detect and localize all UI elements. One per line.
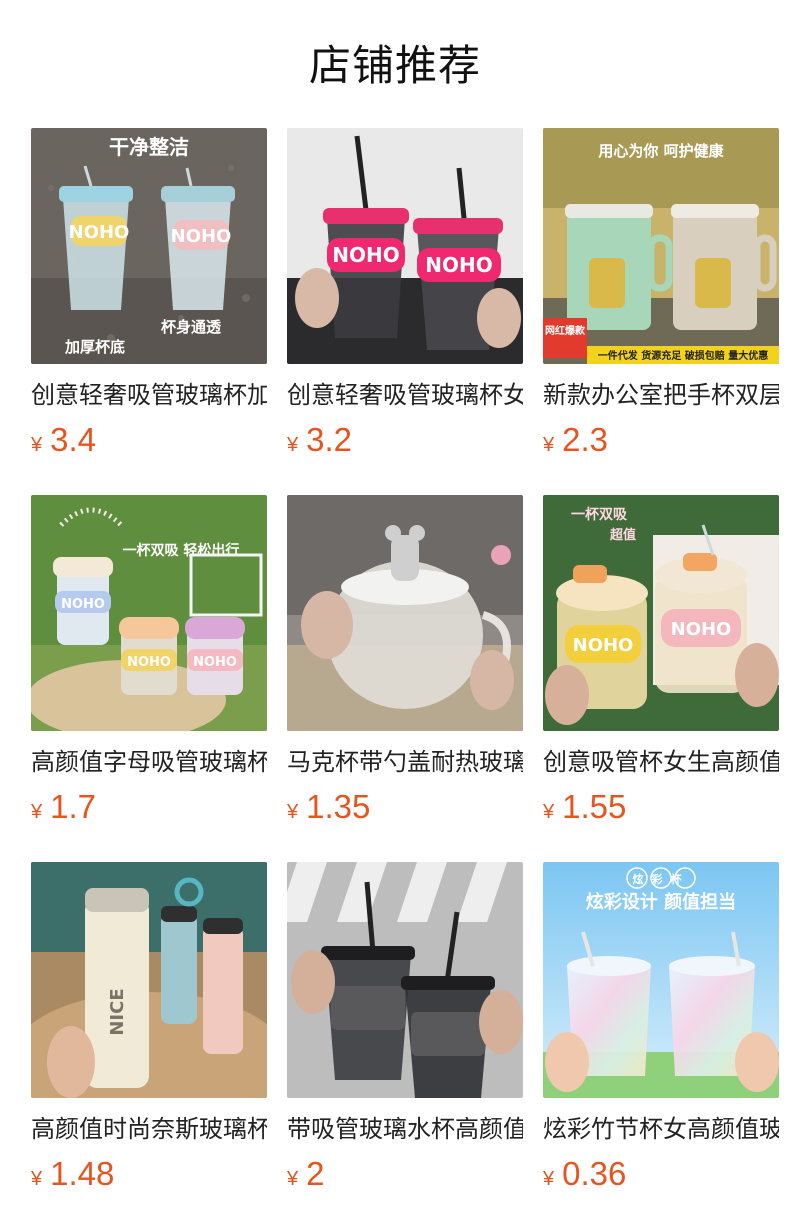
currency-symbol: ¥ — [31, 801, 43, 823]
product-title[interactable]: 炫彩竹节杯女高颜值玻璃 — [543, 1111, 779, 1147]
price-row: ¥ 2 — [287, 1155, 523, 1199]
price-row: ¥ 0.36 — [543, 1155, 779, 1199]
product-price: 2 — [306, 1155, 325, 1192]
product-card[interactable]: 用心为你 呵护健康 网红爆款 一件代发 货源充足 破损包赔 量大优惠 新款办公室… — [543, 128, 779, 495]
product-price: 3.4 — [50, 421, 96, 458]
product-price: 1.7 — [50, 788, 96, 825]
product-image[interactable]: 用心为你 呵护健康 网红爆款 一件代发 货源充足 破损包赔 量大优惠 — [543, 128, 779, 364]
product-title[interactable]: 创意轻奢吸管玻璃杯加厚 — [31, 377, 267, 413]
image-caption: 干净整洁 — [109, 135, 189, 159]
product-title[interactable]: 马克杯带勺盖耐热玻璃杯 — [287, 744, 523, 780]
product-card[interactable]: 炫彩杯 炫彩设计 颜值担当 炫彩竹节杯女高颜值玻璃 ¥ 0.36 — [543, 862, 779, 1229]
price-row: ¥ 1.55 — [543, 788, 779, 832]
currency-symbol: ¥ — [287, 434, 299, 456]
price-row: ¥ 1.7 — [31, 788, 267, 832]
price-row: ¥ 1.48 — [31, 1155, 267, 1199]
product-title[interactable]: 创意吸管杯女生高颜值 — [543, 744, 779, 780]
promo-strip: 一件代发 货源充足 破损包赔 量大优惠 — [598, 349, 768, 362]
product-image[interactable] — [287, 495, 523, 731]
product-card[interactable]: 带吸管玻璃水杯高颜值 ¥ 2 — [287, 862, 523, 1229]
currency-symbol: ¥ — [287, 1168, 299, 1190]
product-image[interactable]: 一杯双吸 超值 NOHO NOHO — [543, 495, 779, 731]
cup-label: NOHO — [69, 222, 130, 243]
cup-label: NOHO — [425, 253, 492, 277]
product-card[interactable]: NOHO NOHO 创意轻奢吸管玻璃杯女生 ¥ 3.2 — [287, 128, 523, 495]
product-card[interactable]: 干净整洁 NOHO NOHO 加厚杯底 杯身通透 创意轻奢吸管玻璃杯加 ¥ 3.… — [31, 128, 267, 495]
product-card[interactable]: 马克杯带勺盖耐热玻璃杯 ¥ 1.35 — [287, 495, 523, 862]
product-image[interactable]: 炫彩杯 炫彩设计 颜值担当 — [543, 862, 779, 1098]
product-image[interactable]: 干净整洁 NOHO NOHO 加厚杯底 杯身通透 — [31, 128, 267, 364]
product-title[interactable]: 高颜值字母吸管玻璃杯 — [31, 744, 267, 780]
cup-label: NOHO — [61, 597, 105, 612]
cup-label: NOHO — [171, 226, 232, 247]
cup-label: NOHO — [193, 655, 237, 670]
currency-symbol: ¥ — [543, 801, 555, 823]
shop-recommend-page: 店铺推荐 干净整洁 NOHO NOHO 加厚杯底 杯身通透 创意轻奢吸管玻璃杯加… — [0, 0, 790, 1230]
product-title[interactable]: 新款办公室把手杯双层 — [543, 377, 779, 413]
cup-label: NOHO — [573, 635, 634, 656]
product-price: 0.36 — [562, 1155, 627, 1192]
image-caption: 用心为你 呵护健康 — [598, 142, 724, 160]
cup-label: NOHO — [332, 243, 399, 267]
bottle-label: NICE — [107, 988, 128, 1035]
product-title[interactable]: 创意轻奢吸管玻璃杯女生 — [287, 377, 523, 413]
image-caption: 炫彩设计 颜值担当 — [586, 891, 736, 913]
price-row: ¥ 3.4 — [31, 421, 267, 465]
cup-label: NOHO — [671, 619, 732, 640]
price-row: ¥ 1.35 — [287, 788, 523, 832]
image-badge: 炫彩杯 — [633, 872, 690, 886]
product-image[interactable]: NICE — [31, 862, 267, 1098]
price-row: ¥ 2.3 — [543, 421, 779, 465]
product-title[interactable]: 带吸管玻璃水杯高颜值 — [287, 1111, 523, 1147]
currency-symbol: ¥ — [543, 434, 555, 456]
currency-symbol: ¥ — [31, 434, 43, 456]
promo-badge: 网红爆款 — [545, 324, 586, 337]
image-caption: 超值 — [610, 527, 636, 543]
product-card[interactable]: NICE 高颜值时尚奈斯玻璃杯 ¥ 1.48 — [31, 862, 267, 1229]
image-caption: 一杯双吸 — [571, 506, 628, 523]
product-title[interactable]: 高颜值时尚奈斯玻璃杯 — [31, 1111, 267, 1147]
product-card[interactable]: 一杯双吸 轻松出行 NOHO NOHO NOHO 高颜值字母吸管玻璃杯 ¥ 1.… — [31, 495, 267, 862]
image-caption: 杯身通透 — [161, 318, 222, 336]
product-grid: 干净整洁 NOHO NOHO 加厚杯底 杯身通透 创意轻奢吸管玻璃杯加 ¥ 3.… — [31, 128, 779, 1229]
price-row: ¥ 3.2 — [287, 421, 523, 465]
currency-symbol: ¥ — [287, 801, 299, 823]
currency-symbol: ¥ — [31, 1168, 43, 1190]
currency-symbol: ¥ — [543, 1168, 555, 1190]
product-price: 2.3 — [562, 421, 608, 458]
product-card[interactable]: 一杯双吸 超值 NOHO NOHO 创意吸管杯女生高颜值 ¥ 1.55 — [543, 495, 779, 862]
product-image[interactable]: NOHO NOHO — [287, 128, 523, 364]
page-title: 店铺推荐 — [308, 41, 481, 90]
product-price: 3.2 — [306, 421, 352, 458]
product-price: 1.48 — [50, 1155, 115, 1192]
product-price: 1.55 — [562, 788, 627, 825]
product-image[interactable] — [287, 862, 523, 1098]
product-image[interactable]: 一杯双吸 轻松出行 NOHO NOHO NOHO — [31, 495, 267, 731]
image-caption: 加厚杯底 — [64, 338, 125, 356]
product-price: 1.35 — [306, 788, 371, 825]
cup-label: NOHO — [127, 655, 171, 670]
